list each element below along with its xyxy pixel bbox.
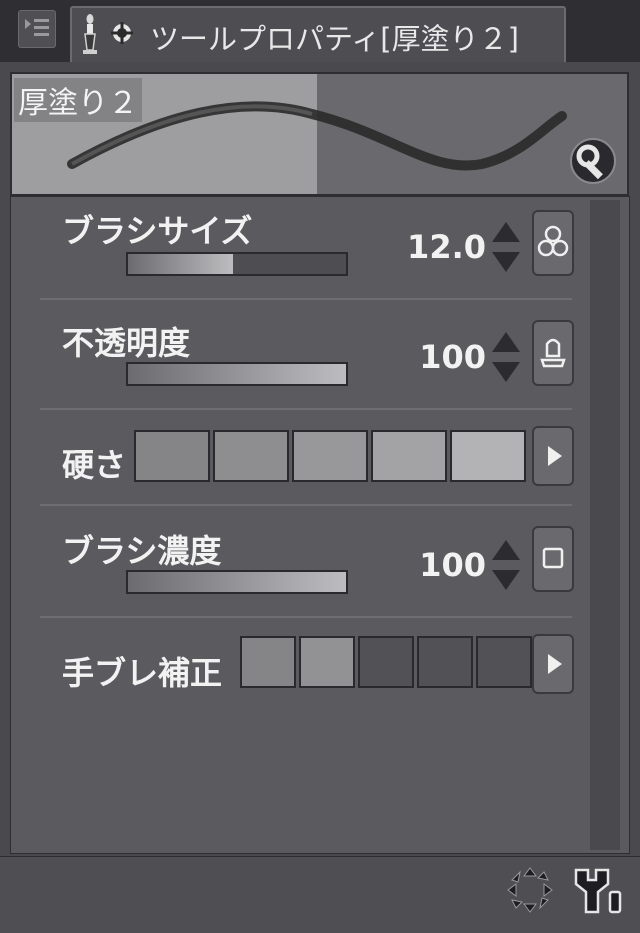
property-list (10, 196, 630, 854)
panel-menu-button[interactable] (18, 10, 56, 48)
opacity-value[interactable]: 100 (406, 338, 486, 376)
hardness-expand-button[interactable] (532, 426, 574, 486)
brush-density-value[interactable]: 100 (406, 546, 486, 584)
divider (40, 504, 572, 506)
brush-density-slider-fill (128, 572, 346, 592)
stabilization-level-3[interactable] (358, 636, 414, 688)
opacity-spinner[interactable] (490, 328, 520, 388)
sub-tool-detail-icon[interactable] (566, 862, 626, 918)
tool-name-label: 厚塗り２ (14, 78, 142, 122)
brush-density-spinner[interactable] (490, 536, 520, 596)
wrench-icon[interactable] (568, 136, 618, 186)
hardness-level-1[interactable] (134, 430, 210, 482)
hardness-level-3[interactable] (292, 430, 368, 482)
hardness-level-5[interactable] (450, 430, 526, 482)
brush-size-slider[interactable] (126, 252, 348, 276)
divider (40, 298, 572, 300)
brush-size-spinner[interactable] (490, 218, 520, 278)
scrollbar[interactable] (590, 200, 620, 850)
hardness-label: 硬さ (62, 446, 127, 484)
brush-density-toggle-button[interactable] (532, 526, 574, 592)
panel-title: ツールプロパティ[厚塗り２] (150, 22, 519, 56)
square-toggle-icon (542, 547, 564, 569)
stabilization-level-1[interactable] (240, 636, 296, 688)
hardness-level-2[interactable] (213, 430, 289, 482)
stabilization-label: 手ブレ補正 (62, 654, 223, 692)
opacity-label: 不透明度 (62, 324, 191, 362)
panel-menu-icon (25, 19, 49, 36)
stabilization-level-5[interactable] (476, 636, 532, 688)
stabilization-level-2[interactable] (299, 636, 355, 688)
hardness-level-4[interactable] (371, 430, 447, 482)
brush-size-slider-fill (128, 254, 233, 274)
brush-density-slider[interactable] (126, 570, 348, 594)
stabilization-level-4[interactable] (417, 636, 473, 688)
stabilization-expand-button[interactable] (532, 634, 574, 694)
divider (40, 616, 572, 618)
pressure-circles-icon (537, 225, 569, 257)
brush-density-label: ブラシ濃度 (62, 532, 222, 570)
brush-size-pressure-button[interactable] (532, 210, 574, 276)
brush-tool-icon (83, 14, 133, 54)
opacity-slider[interactable] (126, 362, 348, 386)
divider (40, 408, 572, 410)
chevron-right-icon (548, 654, 562, 674)
brush-size-label: ブラシサイズ (62, 212, 253, 250)
reset-icon[interactable] (504, 864, 556, 916)
opacity-slider-fill (128, 364, 346, 384)
chevron-right-icon (548, 446, 562, 466)
opacity-pressure-button[interactable] (532, 320, 574, 386)
brush-size-value[interactable]: 12.0 (406, 228, 486, 266)
pressure-pen-icon (540, 338, 566, 368)
brush-preview: 厚塗り２ (10, 72, 629, 196)
